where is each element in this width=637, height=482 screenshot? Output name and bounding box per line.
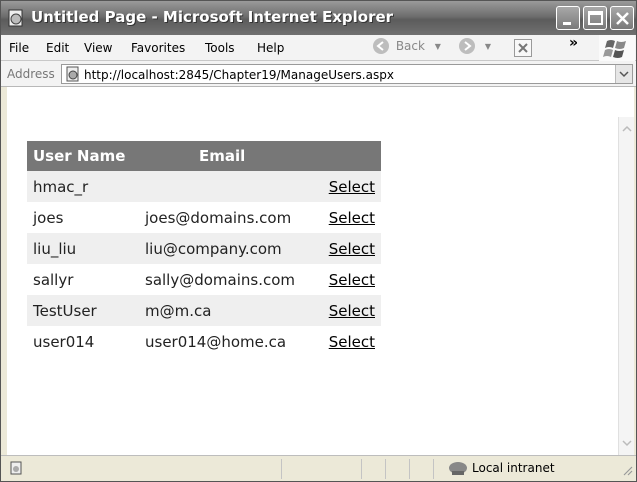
status-bar: Local intranet <box>1 455 636 481</box>
stop-icon <box>518 43 528 53</box>
forward-arrow-icon <box>459 38 475 54</box>
select-link[interactable]: Select <box>329 333 375 351</box>
address-url: http://localhost:2845/Chapter19/ManageUs… <box>84 68 394 82</box>
menu-favorites[interactable]: Favorites <box>131 41 185 55</box>
chevron-down-icon <box>619 71 629 78</box>
window-title: Untitled Page - Microsoft Internet Explo… <box>31 8 394 26</box>
cell-email: liu@company.com <box>139 233 315 264</box>
title-bar: Untitled Page - Microsoft Internet Explo… <box>1 1 636 35</box>
status-divider <box>433 459 434 479</box>
address-bar: Address http://localhost:2845/Chapter19/… <box>1 61 636 87</box>
cell-user: sallyr <box>33 270 74 289</box>
close-button[interactable] <box>610 6 634 30</box>
cell-user: joes <box>33 208 64 227</box>
header-select <box>315 141 381 171</box>
status-divider <box>361 459 362 479</box>
menu-view[interactable]: View <box>84 41 112 55</box>
browser-window: Untitled Page - Microsoft Internet Explo… <box>0 0 637 482</box>
table-row: user014 user014@home.ca Select <box>27 326 381 357</box>
cell-user: hmac_r <box>27 171 139 202</box>
chevron-down-icon <box>622 440 632 447</box>
close-icon <box>616 12 629 25</box>
table-row: hmac_r Select <box>27 171 381 202</box>
resize-grip[interactable] <box>621 464 633 476</box>
cell-email: sally@domains.com <box>145 270 296 289</box>
page-icon <box>9 461 23 475</box>
vertical-scrollbar[interactable] <box>618 117 634 455</box>
header-user-name: User Name <box>27 141 139 171</box>
security-zone-label: Local intranet <box>472 461 555 475</box>
cell-email: user014@home.ca <box>145 332 287 351</box>
scroll-down-button[interactable] <box>620 436 634 450</box>
cell-user: liu_liu <box>27 233 139 264</box>
menu-tools[interactable]: Tools <box>205 41 235 55</box>
table-row: joes joes@domains.com Select <box>27 202 381 233</box>
status-divider <box>409 459 410 479</box>
minimize-button[interactable] <box>556 6 580 30</box>
intranet-icon <box>447 460 469 476</box>
stop-button[interactable] <box>514 39 532 57</box>
select-link[interactable]: Select <box>329 271 375 289</box>
status-divider <box>281 459 282 479</box>
address-input[interactable]: http://localhost:2845/Chapter19/ManageUs… <box>61 64 633 84</box>
maximize-button[interactable] <box>583 6 607 30</box>
select-link[interactable]: Select <box>329 209 375 227</box>
chevron-up-icon <box>622 125 632 132</box>
windows-logo-icon <box>599 35 635 63</box>
cell-email: m@m.ca <box>139 295 315 326</box>
forward-button[interactable]: ▼ <box>459 38 491 58</box>
cell-email <box>139 171 315 202</box>
table-row: TestUser m@m.ca Select <box>27 295 381 326</box>
cell-user: user014 <box>33 332 95 351</box>
header-email: Email <box>139 141 315 171</box>
grid-header-row: User Name Email <box>27 141 381 171</box>
table-row: liu_liu liu@company.com Select <box>27 233 381 264</box>
status-divider <box>385 459 386 479</box>
address-dropdown-button[interactable] <box>615 65 632 83</box>
select-link[interactable]: Select <box>329 178 375 196</box>
ie-page-icon <box>7 9 25 27</box>
cell-user: TestUser <box>27 295 139 326</box>
toolbar-overflow-chevron[interactable]: » <box>569 35 578 51</box>
select-link[interactable]: Select <box>329 240 375 258</box>
menu-help[interactable]: Help <box>257 41 284 55</box>
page-content <box>7 87 634 117</box>
back-label: Back <box>395 39 425 53</box>
select-link[interactable]: Select <box>329 302 375 320</box>
maximize-icon <box>588 11 603 25</box>
page-icon <box>65 66 81 82</box>
cell-email: joes@domains.com <box>145 208 292 227</box>
users-grid: User Name Email hmac_r Select joes joes@… <box>27 141 381 357</box>
menu-file[interactable]: File <box>9 41 29 55</box>
minimize-icon <box>563 22 571 25</box>
back-arrow-icon <box>373 38 389 54</box>
address-label: Address <box>7 67 55 81</box>
scroll-up-button[interactable] <box>620 122 634 136</box>
back-button[interactable]: Back ▼ <box>373 38 441 58</box>
menu-bar: File Edit View Favorites Tools Help Back… <box>1 35 636 63</box>
table-row: sallyr sally@domains.com Select <box>27 264 381 295</box>
menu-edit[interactable]: Edit <box>46 41 69 55</box>
